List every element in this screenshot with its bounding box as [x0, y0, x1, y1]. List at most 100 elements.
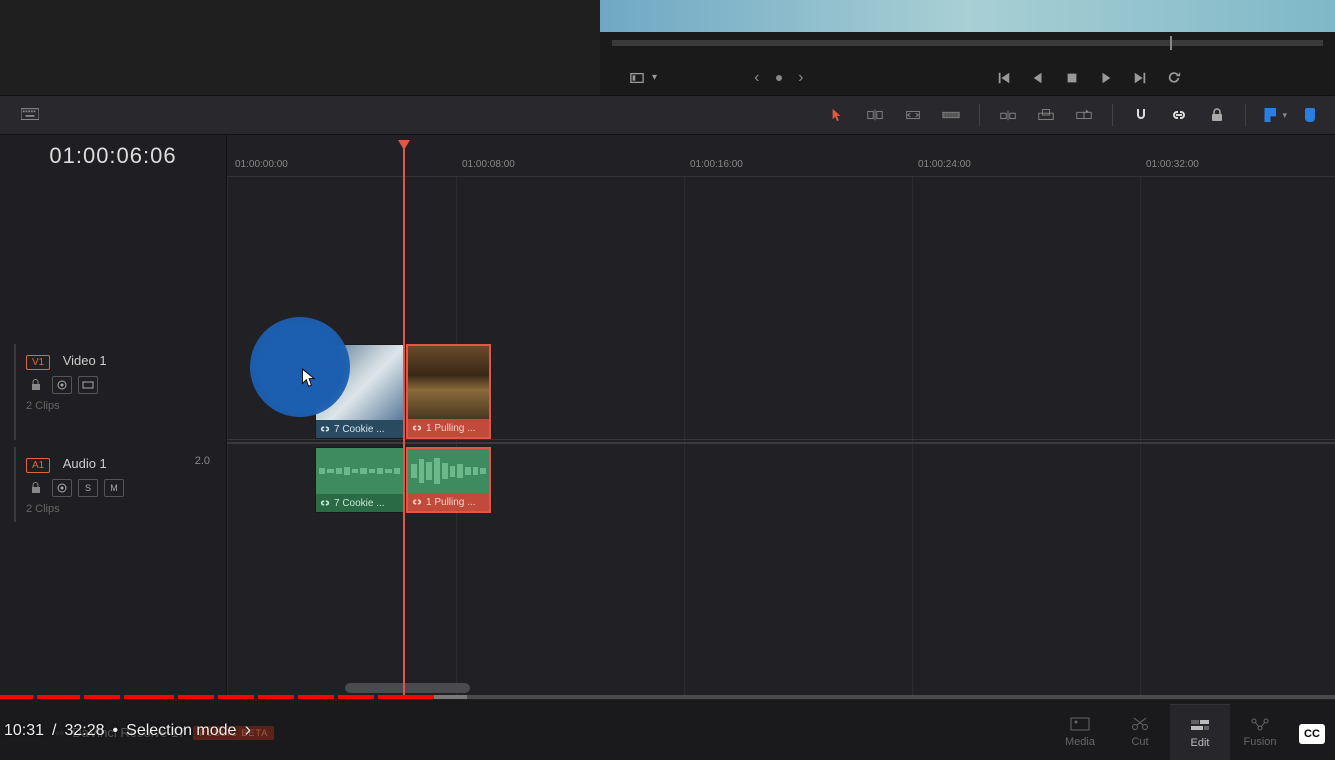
clip-thumbnail: [408, 346, 489, 419]
separator: [979, 104, 980, 126]
video-playback-info: 10:31 / 32:28 • Selection mode ›: [4, 719, 251, 742]
viewer-options-icon[interactable]: [626, 67, 648, 89]
separator: [1112, 104, 1113, 126]
snap-icon[interactable]: [1131, 105, 1151, 125]
play-icon[interactable]: [1095, 67, 1117, 89]
auto-select-icon[interactable]: [52, 376, 72, 394]
trim-edit-icon[interactable]: [865, 105, 885, 125]
viewer-panel: ▾ ‹ ›: [600, 0, 1335, 95]
video-progress-bar[interactable]: [0, 695, 1335, 699]
link-icon: [320, 424, 330, 434]
track-badge: V1: [26, 355, 50, 370]
chevron-right-icon[interactable]: ›: [244, 719, 251, 742]
clip-name: 1 Pulling ...: [426, 423, 475, 434]
chevron-down-icon[interactable]: ▾: [652, 72, 657, 83]
link-icon: [412, 497, 422, 507]
ruler-tick: 01:00:32:00: [1146, 159, 1199, 170]
track-badge: A1: [26, 458, 50, 473]
track-divider: [227, 442, 1335, 444]
timeline-scrollbar[interactable]: [345, 683, 470, 693]
chevron-down-icon[interactable]: ▾: [1282, 110, 1287, 121]
clip-label: 1 Pulling ...: [408, 493, 489, 511]
loop-icon[interactable]: [1163, 67, 1185, 89]
insert-clip-icon[interactable]: [998, 105, 1018, 125]
page-fusion[interactable]: Fusion: [1230, 704, 1290, 760]
video-chapter-marks: [0, 695, 1335, 699]
mute-button[interactable]: M: [104, 479, 124, 497]
dynamic-trim-icon[interactable]: [903, 105, 923, 125]
viewer-controls: ▾ ‹ ›: [600, 60, 1335, 95]
playhead[interactable]: [403, 140, 405, 695]
marker-icon[interactable]: [1305, 108, 1315, 122]
track-headers: V1 Video 1 2 Clips A1 Audio 1 2.0 S M 2 …: [0, 177, 227, 695]
clip-label: 7 Cookie ...: [316, 494, 403, 512]
selection-arrow-icon[interactable]: [827, 105, 847, 125]
link-icon[interactable]: [1169, 105, 1189, 125]
track-clip-count: 2 Clips: [26, 503, 208, 515]
timeline-ruler[interactable]: 01:00:00:00 01:00:08:00 01:00:16:00 01:0…: [227, 135, 1335, 177]
cc-button[interactable]: CC: [1299, 724, 1325, 744]
play-back-icon[interactable]: [1027, 67, 1049, 89]
viewer-scrubber[interactable]: [612, 40, 1323, 46]
timeline-toolbar: ▾: [0, 95, 1335, 135]
clip-label: 7 Cookie ...: [316, 420, 403, 438]
timeline-content[interactable]: 7 Cookie ... 1 Pulling ... 7 Cookie ...: [227, 177, 1335, 695]
nudge-dot-icon: [776, 75, 782, 81]
lock-icon[interactable]: [1207, 105, 1227, 125]
nudge-fwd-icon[interactable]: ›: [790, 67, 812, 89]
clip-thumbnail: [316, 345, 403, 420]
tracks-area: V1 Video 1 2 Clips A1 Audio 1 2.0 S M 2 …: [0, 177, 1335, 695]
flag-icon[interactable]: [1264, 108, 1276, 122]
clip-label: 1 Pulling ...: [408, 419, 489, 437]
page-media[interactable]: Media: [1050, 704, 1110, 760]
auto-select-icon[interactable]: [52, 479, 72, 497]
lock-track-icon[interactable]: [26, 376, 46, 394]
link-icon: [320, 498, 330, 508]
razor-icon[interactable]: [941, 105, 961, 125]
track-clip-count: 2 Clips: [26, 400, 208, 412]
audio-track-lane[interactable]: 7 Cookie ... 1 Pulling ...: [227, 447, 1335, 514]
separator: [1245, 104, 1246, 126]
page-nav: Media Cut Edit Fusion: [1050, 704, 1290, 760]
video-clip[interactable]: 1 Pulling ...: [406, 344, 491, 439]
replace-clip-icon[interactable]: [1074, 105, 1094, 125]
video-current-time: 10:31: [4, 722, 44, 740]
video-chapter-title[interactable]: Selection mode: [126, 722, 236, 740]
next-clip-icon[interactable]: [1129, 67, 1151, 89]
page-label: Edit: [1191, 737, 1210, 749]
overwrite-clip-icon[interactable]: [1036, 105, 1056, 125]
page-label: Fusion: [1243, 736, 1276, 748]
ruler-tick: 01:00:16:00: [690, 159, 743, 170]
ruler-tick: 01:00:00:00: [235, 159, 288, 170]
waveform: [316, 448, 403, 494]
timecode-display[interactable]: 01:00:06:06: [49, 143, 176, 169]
clip-name: 7 Cookie ...: [334, 424, 385, 435]
keyboard-icon[interactable]: [20, 105, 40, 125]
audio-track-header[interactable]: A1 Audio 1 2.0 S M 2 Clips: [14, 447, 218, 522]
ruler-tick: 01:00:08:00: [462, 159, 515, 170]
waveform: [408, 449, 489, 493]
page-label: Cut: [1131, 736, 1148, 748]
cursor-arrow-icon: [300, 368, 316, 393]
video-clip[interactable]: 7 Cookie ...: [315, 344, 404, 439]
page-edit[interactable]: Edit: [1170, 704, 1230, 760]
video-total-time: 32:28: [65, 722, 105, 740]
track-name: Video 1: [63, 353, 107, 368]
clip-name: 7 Cookie ...: [334, 498, 385, 509]
link-icon: [412, 423, 422, 433]
timecode-panel: 01:00:06:06: [0, 135, 227, 177]
track-name: Audio 1: [63, 456, 107, 471]
audio-clip[interactable]: 7 Cookie ...: [315, 447, 404, 513]
stop-icon[interactable]: [1061, 67, 1083, 89]
solo-button[interactable]: S: [78, 479, 98, 497]
viewer-scrubber-head[interactable]: [1170, 36, 1172, 50]
audio-clip[interactable]: 1 Pulling ...: [406, 447, 491, 513]
prev-clip-icon[interactable]: [993, 67, 1015, 89]
viewer-preview: [600, 0, 1335, 32]
video-track-header[interactable]: V1 Video 1 2 Clips: [14, 344, 218, 440]
nudge-back-icon[interactable]: ‹: [746, 67, 768, 89]
video-track-lane[interactable]: 7 Cookie ... 1 Pulling ...: [227, 344, 1335, 440]
lock-track-icon[interactable]: [26, 479, 46, 497]
toggle-track-icon[interactable]: [78, 376, 98, 394]
page-cut[interactable]: Cut: [1110, 704, 1170, 760]
